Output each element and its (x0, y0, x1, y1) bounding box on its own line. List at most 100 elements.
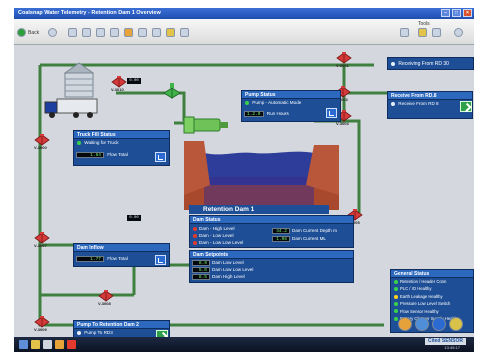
valve-label: V-3010 (111, 87, 124, 92)
status-row: Retention / Header Conn (391, 278, 473, 285)
pump-runhours-readout: 1.2.0 (244, 110, 264, 117)
dam-inflow-trend-button[interactable] (155, 255, 166, 265)
dam-inflow-title: Dam Inflow (74, 244, 169, 252)
valve[interactable]: V-3009 (34, 315, 50, 333)
status-label: PLC / IO Healthy (400, 286, 432, 292)
close-button[interactable]: × (463, 9, 472, 17)
taskbar: Cited SENSOR 13:45:17 (14, 337, 474, 352)
window-title: Coalsnap Water Telemetry - Retention Dam… (18, 10, 161, 16)
wrench-icon[interactable] (398, 317, 412, 331)
valve[interactable]: V-3010 (111, 75, 127, 93)
minimize-button[interactable]: – (441, 9, 450, 17)
dam-status-row: Dam - High Level (190, 225, 243, 232)
setpoint-high-readout[interactable]: 8.5 (192, 273, 210, 280)
forward-icon[interactable] (48, 28, 57, 37)
setpoint-row: 5.0 Dam Low Low Level (190, 266, 353, 273)
retention-dam (184, 141, 339, 210)
status-led (394, 309, 398, 314)
setpoint-low-readout[interactable]: 8.9 (192, 259, 210, 266)
view-icon[interactable] (400, 28, 409, 37)
settings-icon[interactable] (110, 28, 119, 37)
status-led (394, 287, 398, 292)
pump (183, 116, 228, 134)
dam-setpoints-panel: Dam Setpoints 8.9 Dam Low Level 5.0 Dam Lo… (189, 250, 354, 283)
pump-mode-label: Pump - Automatic Mode (252, 100, 302, 105)
status-led (394, 279, 398, 284)
chart-icon[interactable] (96, 28, 105, 37)
folder-icon[interactable] (31, 340, 40, 349)
status-row: Earth Leakage Healthy (391, 293, 473, 300)
dam-status-rows: Dam - High Level Dam - Low Level Dam - L… (190, 225, 243, 246)
dam-high-label: Dam - High Level (199, 226, 235, 231)
dam-status-readouts: 44.2 Dam Current Depth m 1.08 Dam Current … (270, 227, 337, 243)
document-icon[interactable] (43, 340, 52, 349)
setpoint-low-label: Dam Low Level (212, 260, 244, 265)
truck-fill-readout: 1.64 (76, 151, 104, 158)
valve-label: V-3007 (34, 243, 47, 248)
status-label: Flow Sensor Healthy (400, 308, 439, 314)
info-tool-icon[interactable] (432, 317, 446, 331)
general-status-title: General Status (391, 270, 473, 278)
dam-inflow-readout: 1.77 (76, 255, 104, 262)
pump-trend-button[interactable] (326, 108, 337, 118)
start-icon[interactable] (19, 340, 28, 349)
receiving-status: Receiving From RD 30 (387, 57, 474, 70)
refresh-icon[interactable] (415, 317, 429, 331)
status-row: Flow Sensor Healthy (391, 308, 473, 315)
valve-label: V-3008 (98, 301, 111, 306)
green-valve (163, 83, 181, 99)
brand-logo: Cited SENSOR (424, 338, 466, 345)
dam-status-panel: Dam Status Dam - High Level Dam - Low Le… (189, 215, 354, 248)
dam-low-label: Dam - Low Level (199, 233, 234, 238)
valve[interactable]: V-3000 (34, 133, 50, 151)
receiving-led (391, 61, 395, 66)
setpoint-high-label: Dam High Level (212, 274, 245, 279)
dam-status-row: Dam - Low Low Level (190, 239, 243, 246)
truck-fill-title: Truck Fill Status (74, 131, 169, 139)
user-icon[interactable] (432, 28, 441, 37)
pump-runhours-label: Run Hours (266, 111, 289, 116)
dam-inflow-label: Flow Total (107, 256, 128, 261)
display-icon[interactable] (152, 28, 161, 37)
status-row: Pressure Low Level Switch (391, 300, 473, 307)
dam-depth-readout: 44.2 (272, 227, 290, 234)
pump-mode-row: Pump - Automatic Mode (242, 99, 340, 107)
window-controls: – □ × (441, 9, 472, 17)
valve[interactable]: V-3007 (34, 231, 50, 249)
home-icon[interactable] (68, 28, 77, 37)
grid-icon[interactable] (82, 28, 91, 37)
receive-led (391, 101, 395, 106)
print-icon[interactable] (138, 28, 147, 37)
receive-go-button[interactable] (460, 101, 472, 112)
valve[interactable]: V-3001 (336, 51, 352, 69)
status-row: PLC / IO Healthy (391, 285, 473, 292)
info-icon[interactable] (454, 28, 463, 37)
back-icon[interactable] (17, 28, 26, 37)
options-icon[interactable] (418, 28, 427, 37)
truck-fill-led (77, 140, 81, 145)
setpoint-lowlow-readout[interactable]: 5.0 (192, 266, 210, 273)
maximize-button[interactable]: □ (452, 9, 461, 17)
warning-icon[interactable] (55, 340, 64, 349)
dam-depth-label: Dam Current Depth m (292, 228, 337, 233)
person-icon[interactable] (449, 317, 463, 331)
alert-icon[interactable] (67, 340, 76, 349)
trend-icon[interactable] (166, 28, 175, 37)
status-led (394, 294, 398, 299)
receive-panel: Receive From RD.8 Receive From RD 8 (387, 91, 473, 119)
back-label[interactable]: Back (28, 30, 39, 36)
process-canvas: V-3001V-3000V-3003V-3004V-3005V-3007V-30… (14, 45, 474, 346)
title-bar: Coalsnap Water Telemetry - Retention Dam… (14, 8, 474, 19)
pump-to-dam-title: Pump To Retention Dam 2 (74, 321, 169, 329)
dam-inflow-panel: Dam Inflow 1.77 Flow Total (73, 243, 170, 267)
retention-dam-label: Retention Dam 1 (189, 205, 329, 214)
help-icon[interactable] (180, 28, 189, 37)
dam-setpoints-title: Dam Setpoints (190, 251, 353, 259)
pump-to-dam-label: Pump To RD3 (84, 330, 113, 335)
tools-label: Tools (418, 21, 430, 27)
status-label: Retention / Header Conn (400, 279, 447, 284)
valve[interactable]: V-3008 (98, 289, 114, 307)
truck-fill-trend-button[interactable] (155, 152, 166, 162)
alarm-icon[interactable] (124, 28, 133, 37)
valve-label: V-3000 (34, 145, 47, 150)
